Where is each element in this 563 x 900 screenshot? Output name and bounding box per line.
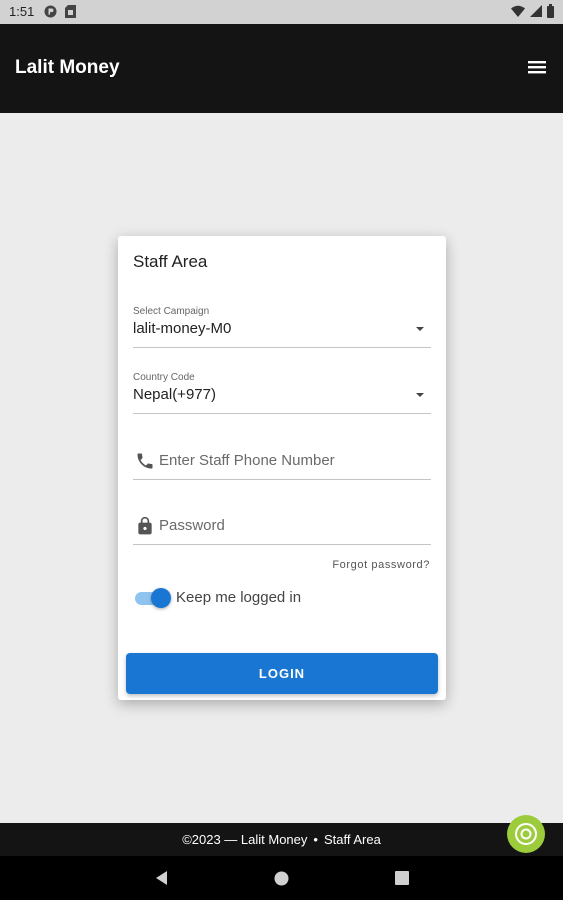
campaign-select[interactable]: Select Campaign lalit-money-M0 [133, 306, 431, 348]
phone-placeholder: Enter Staff Phone Number [159, 452, 335, 469]
forgot-password-link[interactable]: Forgot password? [332, 559, 430, 571]
back-icon[interactable] [154, 870, 170, 886]
card-title: Staff Area [133, 252, 208, 271]
status-bar: 1:51 [0, 0, 563, 24]
footer-staff-area-link[interactable]: Staff Area [324, 832, 381, 847]
password-placeholder: Password [159, 517, 225, 534]
lock-icon [138, 516, 152, 535]
keep-logged-in-toggle[interactable] [135, 588, 171, 608]
footer: ©2023 — Lalit Money • Staff Area [0, 823, 563, 856]
menu-button[interactable] [525, 57, 549, 77]
campaign-label: Select Campaign [133, 306, 210, 317]
country-code-label: Country Code [133, 372, 195, 383]
login-card: Staff Area Select Campaign lalit-money-M… [118, 236, 446, 700]
signal-icon [530, 5, 542, 17]
status-time: 1:51 [9, 4, 35, 19]
country-code-value: Nepal(+977) [133, 386, 216, 403]
battery-icon [547, 4, 554, 18]
app-title: Lalit Money [15, 57, 120, 78]
chevron-down-icon [416, 327, 424, 331]
recents-icon[interactable] [395, 871, 409, 885]
phone-underline [133, 479, 431, 480]
chevron-down-icon [416, 393, 424, 397]
menu-icon [528, 61, 546, 74]
fab-icon [515, 823, 537, 845]
floating-action-button[interactable] [507, 815, 545, 853]
keep-logged-in-label: Keep me logged in [176, 589, 302, 606]
login-button[interactable]: LOGIN [126, 653, 438, 694]
system-nav-bar [0, 856, 563, 900]
home-icon[interactable] [274, 871, 289, 886]
password-underline [133, 544, 431, 545]
app-bar: Lalit Money [0, 24, 563, 113]
password-input[interactable]: Password [133, 508, 431, 545]
country-code-select[interactable]: Country Code Nepal(+977) [133, 372, 431, 414]
footer-separator: • [313, 832, 318, 847]
wifi-icon [511, 5, 525, 17]
sim-icon [65, 5, 76, 18]
phone-icon [137, 453, 153, 469]
campaign-underline [133, 347, 431, 348]
country-code-underline [133, 413, 431, 414]
campaign-value: lalit-money-M0 [133, 320, 232, 337]
phone-input[interactable]: Enter Staff Phone Number [133, 443, 431, 480]
toggle-thumb [151, 588, 171, 608]
notification-icon [44, 5, 57, 18]
footer-copyright: ©2023 — Lalit Money [182, 832, 308, 847]
